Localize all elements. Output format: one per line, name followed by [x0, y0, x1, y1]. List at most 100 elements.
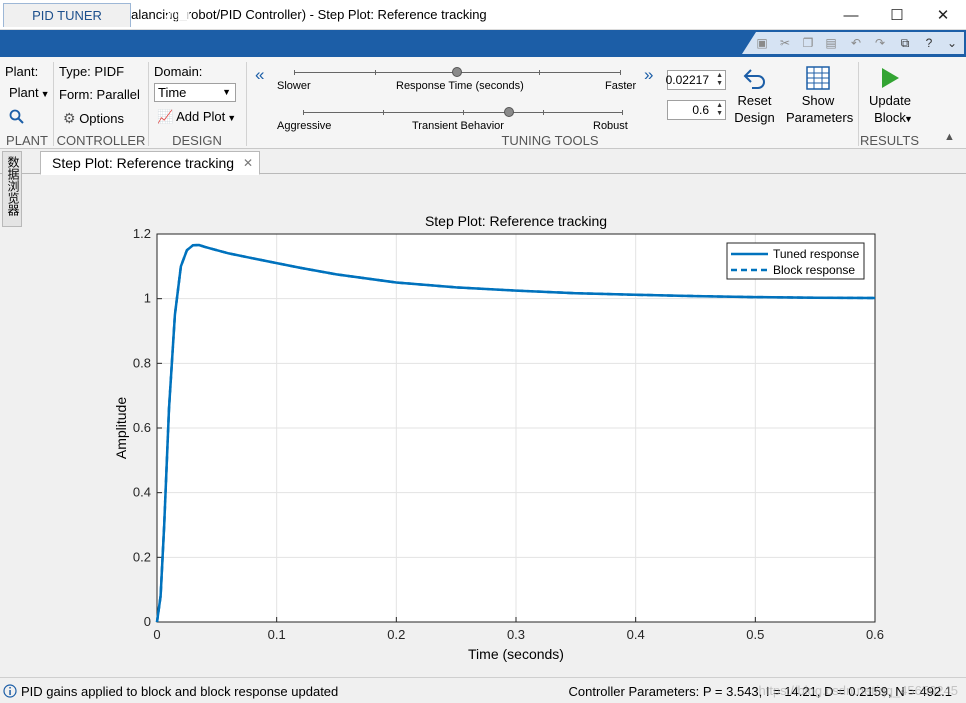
transient-behavior-input[interactable]: 0.6 ▲ ▼	[667, 100, 726, 120]
slider-tick	[539, 70, 540, 75]
y-tick-label: 1.2	[133, 226, 151, 241]
caret-down-icon: ▼	[904, 114, 913, 124]
status-bar: PID gains applied to block and block res…	[0, 677, 966, 703]
domain-label: Domain:	[154, 64, 203, 79]
slider-faster-label: Faster	[605, 80, 637, 92]
caret-down-icon: ▼	[227, 113, 237, 123]
close-tab-icon[interactable]: ✕	[243, 156, 253, 170]
legend-label: Block response	[773, 263, 855, 277]
y-axis-label: Amplitude	[113, 397, 129, 459]
redo-icon[interactable]: ↷	[872, 35, 888, 51]
gear-icon: ⚙	[63, 110, 76, 126]
show-parameters-label: Show Parameters	[786, 93, 854, 125]
add-plot-button[interactable]: 📈 Add Plot ▼	[157, 109, 236, 125]
y-tick-label: 0	[144, 614, 151, 629]
x-axis-label: Time (seconds)	[468, 646, 564, 662]
document-tab[interactable]: Step Plot: Reference tracking ✕	[40, 151, 260, 175]
options-button[interactable]: ⚙ Options	[63, 110, 124, 127]
response-time-slider-thumb[interactable]	[452, 67, 462, 77]
separator	[53, 62, 54, 146]
caret-down-icon: ▼	[40, 89, 50, 99]
y-tick-label: 0.2	[133, 549, 151, 564]
data-browser-label: 数据浏览器	[6, 156, 20, 216]
x-tick-label: 0.6	[866, 627, 884, 642]
section-plant: PLANT	[6, 133, 48, 148]
domain-select[interactable]: Time ▼	[154, 83, 236, 102]
play-icon	[882, 68, 899, 88]
domain-select-value: Time	[158, 85, 187, 100]
transient-behavior-value: 0.6	[692, 103, 709, 117]
add-plot-icon: 📈	[157, 109, 174, 124]
slider-tick	[375, 70, 376, 75]
x-tick-label: 0	[153, 627, 160, 642]
parameters-table-icon	[806, 66, 830, 90]
transient-behavior-label: Transient Behavior	[412, 120, 504, 132]
response-time-label: Response Time (seconds)	[396, 80, 524, 92]
reset-icon	[743, 69, 765, 89]
plant-dropdown[interactable]: Plant ▼	[9, 85, 50, 100]
section-design: DESIGN	[172, 133, 222, 148]
collapse-right-icon[interactable]: »	[644, 65, 653, 85]
controller-type: Type: PIDF	[59, 64, 125, 79]
separator	[858, 62, 859, 146]
spinner-arrows-icon[interactable]: ▲ ▼	[716, 72, 723, 88]
slider-slower-label: Slower	[277, 80, 311, 92]
tab-pid-tuner[interactable]: PID TUNER	[3, 3, 131, 27]
reset-design-button[interactable]: Reset Design	[733, 62, 776, 126]
x-tick-label: 0.3	[507, 627, 525, 642]
x-tick-label: 0.2	[387, 627, 405, 642]
x-tick-label: 0.4	[627, 627, 645, 642]
chart-title: Step Plot: Reference tracking	[425, 213, 607, 229]
section-results: RESULTS	[860, 133, 919, 148]
step-plot-chart[interactable]: 0 0.1 0.2 0.3 0.4 0.5 0.6 0 0.2 0.4 0.6 0.8 1 1.2 Step…	[22, 175, 966, 676]
minimize-button[interactable]: —	[828, 0, 874, 30]
slider-tick	[543, 110, 544, 115]
tab-view[interactable]: 视图	[131, 3, 223, 27]
y-tick-label: 1	[144, 291, 151, 306]
slider-tick	[383, 110, 384, 115]
status-message: PID gains applied to block and block res…	[21, 684, 339, 699]
slider-tick	[622, 110, 623, 115]
help-icon[interactable]: ?	[921, 35, 937, 51]
controller-form: Form: Parallel	[59, 87, 140, 102]
x-tick-label: 0.1	[268, 627, 286, 642]
slider-tick	[620, 70, 621, 75]
copy-icon[interactable]: ❐	[800, 35, 816, 51]
slider-aggressive-label: Aggressive	[277, 120, 332, 132]
plant-dropdown-label: Plant	[9, 85, 39, 100]
response-time-input[interactable]: 0.02217 ▲ ▼	[665, 70, 726, 90]
collapse-left-icon[interactable]: «	[255, 65, 264, 85]
transient-behavior-slider-thumb[interactable]	[504, 107, 514, 117]
layout-icon[interactable]: ⧉	[897, 35, 913, 51]
data-browser-sidebar[interactable]: 数据浏览器	[2, 151, 22, 227]
cut-icon[interactable]: ✂	[777, 35, 793, 51]
x-tick-label: 0.5	[746, 627, 764, 642]
slider-tick	[463, 110, 464, 115]
reset-design-label: Reset Design	[734, 93, 775, 125]
paste-icon[interactable]: ▤	[823, 35, 839, 51]
expand-icon[interactable]: ⌄	[944, 35, 960, 51]
undo-icon[interactable]: ↶	[848, 35, 864, 51]
close-button[interactable]: ✕	[920, 0, 966, 30]
add-plot-label: Add Plot	[176, 109, 226, 124]
expand-ribbon-icon[interactable]: ▲	[944, 131, 955, 143]
caret-down-icon: ▼	[222, 87, 231, 97]
separator	[148, 62, 149, 146]
update-block-button[interactable]: Update Block ▼	[864, 62, 916, 126]
plot-pane: 0 0.1 0.2 0.3 0.4 0.5 0.6 0 0.2 0.4 0.6 0.8 1 1.2 Step…	[22, 175, 966, 676]
response-time-value: 0.02217	[665, 73, 709, 87]
save-icon[interactable]: ▣	[754, 35, 770, 51]
section-controller: CONTROLLER	[56, 133, 146, 148]
maximize-button[interactable]: ☐	[874, 0, 920, 30]
separator	[246, 62, 247, 146]
section-tuning-tools: TUNING TOOLS	[501, 133, 599, 148]
y-tick-label: 0.6	[133, 420, 151, 435]
y-tick-label: 0.4	[133, 485, 151, 500]
info-icon	[3, 684, 17, 698]
slider-tick	[294, 70, 295, 75]
search-icon[interactable]	[9, 109, 25, 125]
spinner-arrows-icon[interactable]: ▲ ▼	[716, 102, 723, 118]
document-tab-label: Step Plot: Reference tracking	[52, 155, 235, 171]
show-parameters-button[interactable]: Show Parameters	[786, 62, 854, 126]
y-tick-label: 0.8	[133, 355, 151, 370]
